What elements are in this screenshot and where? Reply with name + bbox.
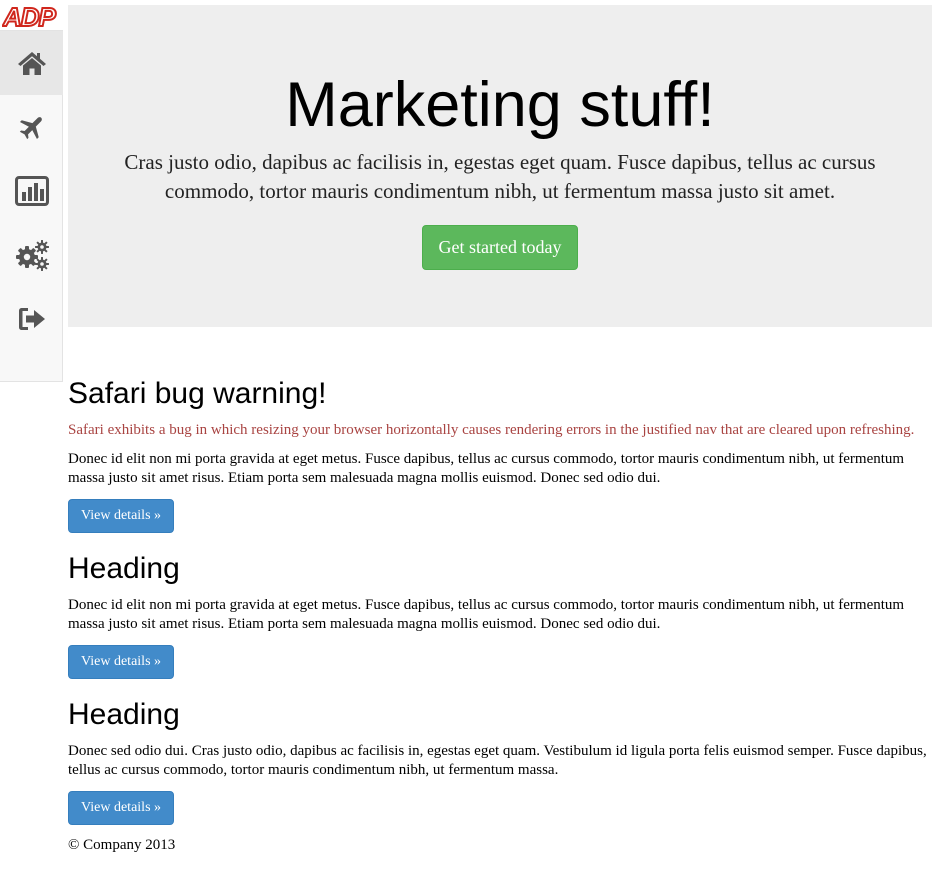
view-details-button[interactable]: View details » (68, 499, 174, 533)
view-details-button[interactable]: View details » (68, 791, 174, 825)
bar-chart-icon (14, 176, 49, 206)
sidebar-item-travel[interactable] (0, 95, 63, 159)
main-content: Safari bug warning! Safari exhibits a bu… (68, 376, 932, 854)
footer-copyright: © Company 2013 (68, 837, 176, 853)
section-heading-3: Heading Donec sed odio dui. Cras justo o… (68, 697, 932, 825)
section-heading-2: Heading Donec id elit non mi porta gravi… (68, 551, 932, 679)
sidebar-nav (0, 30, 63, 382)
plane-icon (19, 117, 42, 140)
sidebar-item-reports[interactable] (0, 159, 63, 223)
sidebar-item-home[interactable] (0, 31, 63, 95)
sidebar-item-logout[interactable] (0, 287, 63, 351)
section-body: Donec id elit non mi porta gravida at eg… (68, 597, 905, 632)
hero-jumbotron: Marketing stuff! Cras justo odio, dapibu… (68, 5, 932, 327)
adp-logo-mark: ADP (1, 1, 59, 33)
section-body: Donec sed odio dui. Cras justo odio, dap… (68, 743, 927, 778)
view-details-button[interactable]: View details » (68, 645, 174, 679)
hero-title: Marketing stuff! (285, 70, 715, 140)
get-started-button[interactable]: Get started today (422, 225, 578, 270)
section-heading: Heading (68, 698, 180, 731)
section-heading: Safari bug warning! (68, 377, 327, 410)
sidebar-item-settings[interactable] (0, 223, 63, 287)
hero-lead: Cras justo odio, dapibus ac facilisis in… (124, 150, 876, 203)
sign-out-icon (18, 308, 45, 330)
warning-text: Safari exhibits a bug in which resizing … (68, 422, 915, 438)
adp-logo-text: ADP (2, 2, 57, 30)
section-safari-warning: Safari bug warning! Safari exhibits a bu… (68, 376, 932, 533)
section-body: Donec id elit non mi porta gravida at eg… (68, 451, 905, 486)
home-icon (17, 52, 46, 75)
gears-icon (15, 240, 49, 271)
adp-logo[interactable]: ADP (1, 1, 62, 33)
section-heading: Heading (68, 552, 180, 585)
